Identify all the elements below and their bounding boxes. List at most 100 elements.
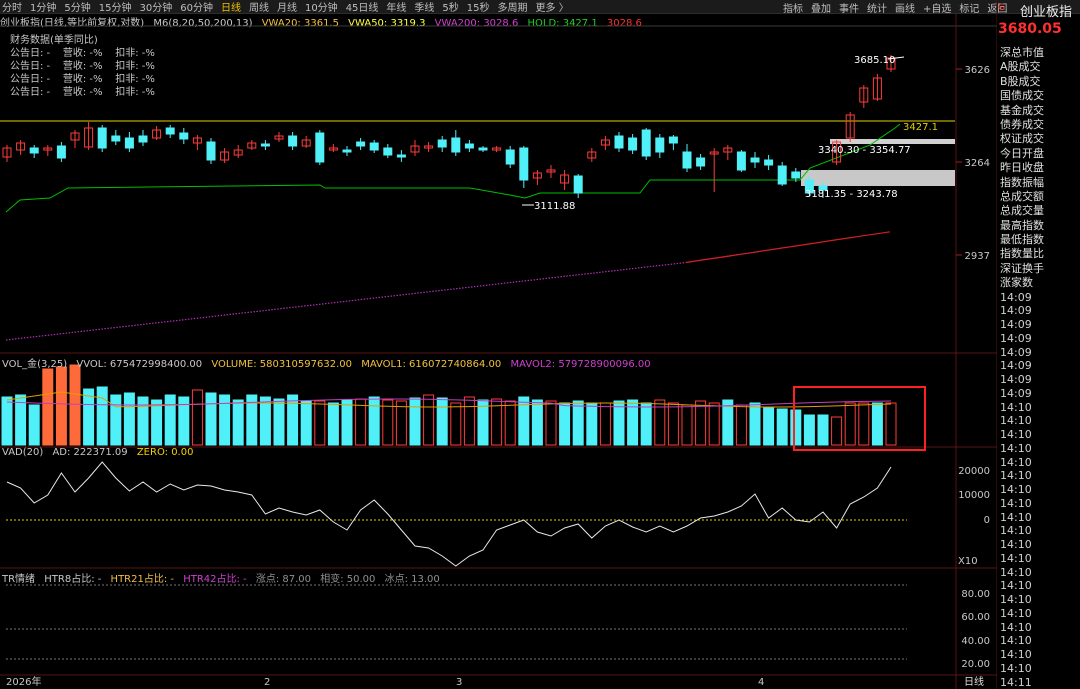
sidebar-item: 指数量比 bbox=[1000, 247, 1044, 261]
sidebar-item: 今日开盘 bbox=[1000, 146, 1044, 160]
volume-bar bbox=[763, 406, 775, 446]
volume-bar bbox=[844, 402, 856, 446]
sidebar-item: 最低指数 bbox=[1000, 233, 1044, 247]
candle-body bbox=[437, 139, 447, 148]
volume-bar bbox=[885, 402, 897, 446]
candle-body bbox=[315, 132, 325, 163]
tr-name: TR情绪 bbox=[2, 574, 36, 585]
price-tick-label: 3264 bbox=[965, 158, 990, 169]
price-tick-label: 2937 bbox=[965, 251, 990, 262]
volume-bar bbox=[450, 402, 462, 446]
candle-body bbox=[111, 135, 121, 142]
vwa200-line-red bbox=[685, 231, 891, 264]
volume-bar bbox=[831, 416, 843, 446]
volume-bar bbox=[96, 386, 108, 446]
candle-body bbox=[696, 157, 706, 167]
tr-tick-label: 80.00 bbox=[961, 589, 990, 600]
rise-value: 涨点: 87.00 bbox=[255, 574, 312, 585]
volume-bar bbox=[858, 402, 870, 446]
volume-bar bbox=[599, 402, 611, 446]
candle-body bbox=[165, 127, 175, 135]
volume-bar bbox=[559, 402, 571, 446]
sidebar-item: 涨家数 bbox=[1000, 276, 1033, 290]
sidebar-item: 深总市值 bbox=[1000, 46, 1044, 59]
vol-name: VOL_金(3,25) bbox=[2, 359, 68, 370]
volume-bar bbox=[341, 399, 353, 446]
tick-time: 14:10 bbox=[1000, 551, 1032, 565]
volume-bar bbox=[409, 397, 421, 446]
candle-body bbox=[655, 137, 665, 153]
tr-tick-label: 60.00 bbox=[961, 612, 990, 623]
tick-time: 14:10 bbox=[1000, 634, 1032, 648]
candle-body bbox=[519, 147, 529, 181]
volume-bar bbox=[572, 400, 584, 446]
volume-bar bbox=[28, 404, 40, 446]
sidebar-item: 指数振幅 bbox=[1000, 175, 1044, 189]
candle-body bbox=[97, 127, 107, 149]
zero-value: ZERO: 0.00 bbox=[136, 447, 194, 458]
candle-body bbox=[260, 143, 270, 147]
candle-body bbox=[369, 142, 379, 151]
x10-label: X10 bbox=[958, 556, 978, 567]
tick-time: 14:10 bbox=[1000, 496, 1032, 510]
volume-bar bbox=[191, 389, 203, 446]
volume-bar bbox=[164, 394, 176, 446]
tick-time: 14:10 bbox=[1000, 428, 1032, 442]
vad-tick-label: 20000 bbox=[958, 466, 990, 477]
info-sidebar: 深总市值 A股成交 B股成交 国债成交 基金成交 债券成交 权证成交 今日开盘 昨日收盘 指数振幅… bbox=[997, 46, 1080, 689]
volume-bar bbox=[327, 402, 339, 446]
vwa200-line bbox=[5, 247, 782, 341]
vad-header: VAD(20) AD: 222371.09 ZERO: 0.00 bbox=[2, 447, 199, 458]
tick-time: 14:10 bbox=[1000, 441, 1032, 455]
tr-header: TR情绪 HTR8占比: - HTR21占比: - HTR42占比: - 涨点:… bbox=[2, 570, 446, 585]
vad-name: VAD(20) bbox=[2, 447, 44, 458]
date-label: 4 bbox=[758, 677, 764, 688]
sidebar-item: 昨日收盘 bbox=[1000, 161, 1044, 175]
candle-body bbox=[356, 141, 366, 147]
volume-bar bbox=[613, 400, 625, 446]
volume-bar bbox=[871, 402, 883, 446]
ad-value: AD: 222371.09 bbox=[52, 447, 128, 458]
volume-bar bbox=[531, 399, 543, 446]
sidebar-item: 深证换手 bbox=[1000, 261, 1044, 275]
volume-bar bbox=[219, 394, 231, 446]
price-annotations: 3685.10 3427.1 3340.30 - 3354.77 3181.35 - … bbox=[522, 55, 938, 212]
vol-header: VOL_金(3,25) VVOL: 675472998400.00 VOLUME… bbox=[2, 355, 657, 370]
sidebar-item: A股成交 bbox=[1000, 60, 1041, 74]
sidebar-item: 债券成交 bbox=[1000, 117, 1044, 131]
volume-bar bbox=[287, 394, 299, 446]
tr-tick-label: 20.00 bbox=[961, 659, 990, 670]
vvol-value: VVOL: 675472998400.00 bbox=[76, 359, 203, 370]
sidebar-item: 基金成交 bbox=[1000, 103, 1044, 117]
volume-bar bbox=[681, 404, 693, 446]
tick-time: 14:10 bbox=[1000, 510, 1032, 524]
tr-axis: 80.00 60.00 40.00 20.00 bbox=[961, 589, 990, 670]
tick-time: 14:10 bbox=[1000, 593, 1032, 607]
candle-body bbox=[505, 149, 515, 165]
period-label: 日线 bbox=[964, 675, 984, 688]
candle-body bbox=[777, 165, 787, 185]
time-axis: 2026年 2 3 4 日线 bbox=[6, 675, 984, 688]
kline-chart[interactable]: 3626 3264 2937 3685.10 3427.1 3340.30 - 3354… bbox=[0, 0, 997, 689]
volume-bar bbox=[205, 392, 217, 446]
vad-line bbox=[6, 461, 892, 567]
tick-time: 14:10 bbox=[1000, 620, 1032, 634]
candle-body bbox=[736, 151, 746, 171]
zone-band-lower bbox=[801, 170, 955, 186]
sidebar-item: 权证成交 bbox=[1000, 132, 1044, 146]
tick-time: 14:11 bbox=[1000, 675, 1032, 689]
candle-body bbox=[396, 154, 406, 158]
volume-bar bbox=[395, 400, 407, 446]
tick-time: 14:10 bbox=[1000, 661, 1032, 675]
tick-time: 14:10 bbox=[1000, 565, 1032, 579]
tick-time: 14:09 bbox=[1000, 304, 1032, 318]
stock-title-area: G 创业板指 3680.05 bbox=[998, 0, 1080, 46]
sidebar-item: B股成交 bbox=[1000, 74, 1041, 88]
tick-time: 14:09 bbox=[1000, 373, 1032, 387]
volume-bar bbox=[42, 368, 54, 446]
volume-bar bbox=[545, 400, 557, 446]
tick-time: 14:10 bbox=[1000, 469, 1032, 483]
volume-bar bbox=[273, 398, 285, 446]
volume-bar bbox=[817, 414, 829, 446]
stock-price: 3680.05 bbox=[998, 21, 1062, 37]
